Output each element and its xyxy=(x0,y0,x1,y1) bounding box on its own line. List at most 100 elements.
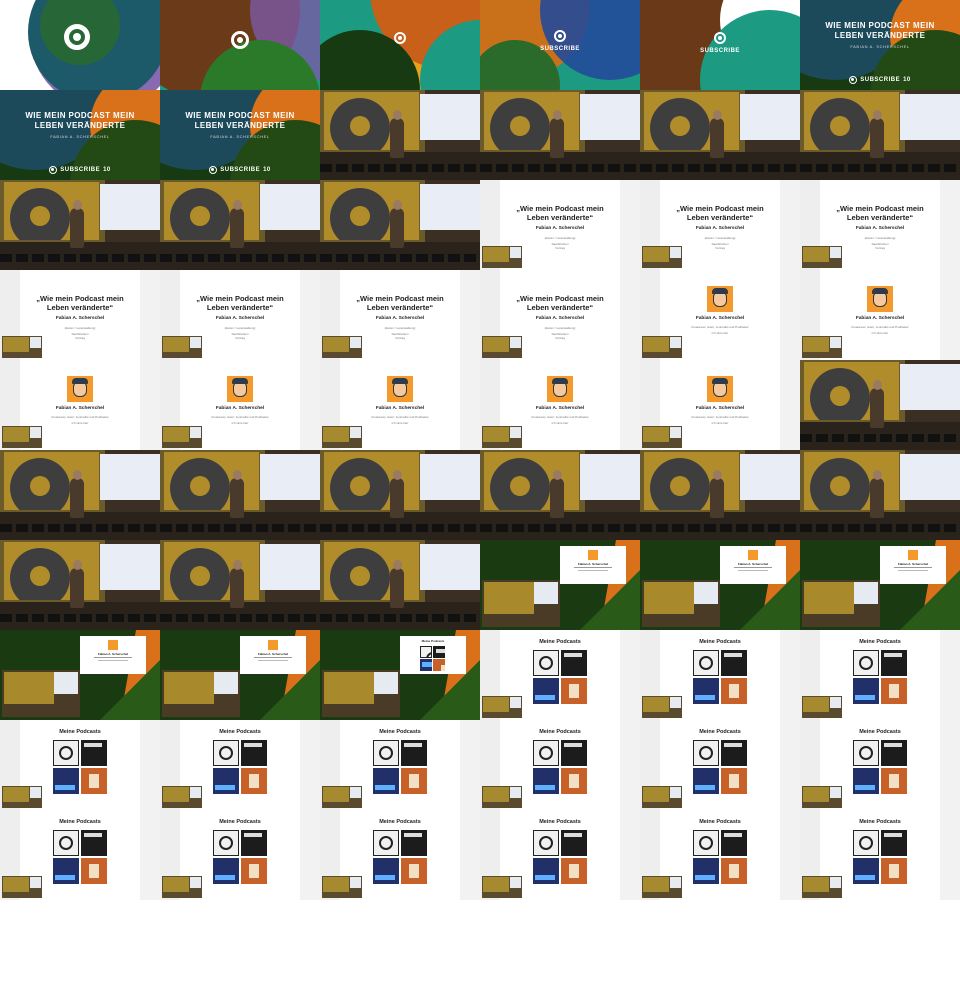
podcast-cover-1[interactable] xyxy=(373,740,399,766)
slide-author: Fabian A. Scherschel xyxy=(737,562,769,566)
speaker-pip xyxy=(482,246,522,268)
podcast-cover-3[interactable] xyxy=(853,768,879,794)
podcast-cover-4[interactable] xyxy=(561,768,587,794)
podcast-cover-2[interactable] xyxy=(881,830,907,856)
about-line-2: ich sitze hier xyxy=(71,421,89,425)
podcast-cover-4[interactable] xyxy=(401,858,427,884)
audience-chairs xyxy=(320,524,480,532)
podcast-cover-3[interactable] xyxy=(533,768,559,794)
podcasts-slide-frame: Meine Podcasts xyxy=(480,630,640,720)
podcast-cover-4[interactable] xyxy=(561,678,587,704)
podcast-cover-3[interactable] xyxy=(373,768,399,794)
slide-margin-right xyxy=(940,180,960,270)
podcast-cover-2[interactable] xyxy=(433,646,445,658)
podcast-cover-2[interactable] xyxy=(241,830,267,856)
podcast-cover-2[interactable] xyxy=(81,740,107,766)
podcast-cover-1[interactable] xyxy=(53,740,79,766)
speaker-head xyxy=(393,470,402,480)
podcast-cover-2[interactable] xyxy=(721,830,747,856)
cover-author: FABIAN A. SCHERSCHEL xyxy=(50,134,110,139)
artwork-center xyxy=(830,116,850,136)
podcast-cover-4[interactable] xyxy=(81,858,107,884)
podcast-cover-2[interactable] xyxy=(561,740,587,766)
speaker-head xyxy=(73,200,82,210)
podcast-cover-1[interactable] xyxy=(213,740,239,766)
speaker-pip xyxy=(482,336,522,358)
podcast-cover-3[interactable] xyxy=(213,858,239,884)
cover-title-line2: LEBEN VERÄNDERTE xyxy=(834,31,926,40)
speaker-pip xyxy=(322,336,362,358)
podcast-cover-3[interactable] xyxy=(420,659,432,671)
frame-intro1 xyxy=(0,0,160,90)
podcast-cover-3[interactable] xyxy=(533,858,559,884)
podcast-cover-3[interactable] xyxy=(693,858,719,884)
avatar-illustration xyxy=(707,376,733,402)
speaker-pip xyxy=(642,696,682,718)
podcast-cover-1[interactable] xyxy=(373,830,399,856)
podcast-cover-1[interactable] xyxy=(53,830,79,856)
podcast-cover-1[interactable] xyxy=(693,830,719,856)
podcast-cover-4[interactable] xyxy=(241,768,267,794)
slide-margin-right xyxy=(940,270,960,360)
podcast-cover-3[interactable] xyxy=(853,858,879,884)
speaker-head xyxy=(713,470,722,480)
speaker-video-frame xyxy=(320,450,480,540)
subscribe-count: 10 xyxy=(263,167,271,173)
podcast-cover-1[interactable] xyxy=(693,650,719,676)
avatar-illustration xyxy=(707,286,733,312)
podcast-cover-1[interactable] xyxy=(853,650,879,676)
subscribe-row[interactable]: SUBSCRIBE 10 xyxy=(800,76,960,84)
podcast-cover-4[interactable] xyxy=(881,768,907,794)
podcast-cover-4[interactable] xyxy=(721,858,747,884)
podcast-cover-3[interactable] xyxy=(213,768,239,794)
podcast-cover-4[interactable] xyxy=(401,768,427,794)
subscribe-row[interactable]: SUBSCRIBE 10 xyxy=(160,166,320,174)
podcast-cover-1[interactable] xyxy=(213,830,239,856)
podcast-cover-2[interactable] xyxy=(561,830,587,856)
podcast-cover-4[interactable] xyxy=(81,768,107,794)
podcast-cover-1[interactable] xyxy=(533,740,559,766)
podcast-cover-4[interactable] xyxy=(433,659,445,671)
podcast-cover-4[interactable] xyxy=(561,858,587,884)
podcast-cover-3[interactable] xyxy=(533,678,559,704)
wall-artwork xyxy=(804,92,899,150)
title-slide-frame: „Wie mein Podcast mein Leben veränderte“ F… xyxy=(480,180,640,270)
wall-artwork xyxy=(484,452,579,510)
podcast-cover-1[interactable] xyxy=(853,830,879,856)
podcast-cover-3[interactable] xyxy=(853,678,879,704)
cover-title-line1: WIE MEIN PODCAST MEIN xyxy=(825,21,935,30)
podcast-cover-4[interactable] xyxy=(241,858,267,884)
podcast-cover-4[interactable] xyxy=(721,678,747,704)
podcast-cover-1[interactable] xyxy=(693,740,719,766)
speaker xyxy=(710,478,724,518)
podcast-cover-4[interactable] xyxy=(721,768,747,794)
podcast-cover-3[interactable] xyxy=(53,768,79,794)
podcast-cover-3[interactable] xyxy=(53,858,79,884)
podcast-cover-1[interactable] xyxy=(420,646,432,658)
frame-intro2 xyxy=(160,0,320,90)
speaker xyxy=(550,118,564,158)
podcast-cover-2[interactable] xyxy=(401,740,427,766)
podcast-cover-1[interactable] xyxy=(533,830,559,856)
podcast-cover-3[interactable] xyxy=(693,768,719,794)
podcast-cover-1[interactable] xyxy=(533,650,559,676)
podcast-cover-2[interactable] xyxy=(81,830,107,856)
wall-artwork xyxy=(644,92,739,150)
subscribe-row[interactable]: SUBSCRIBE 10 xyxy=(0,166,160,174)
podcast-cover-1[interactable] xyxy=(853,740,879,766)
podcast-cover-2[interactable] xyxy=(401,830,427,856)
podcast-cover-2[interactable] xyxy=(241,740,267,766)
podcast-cover-2[interactable] xyxy=(881,740,907,766)
podcast-cover-4[interactable] xyxy=(881,678,907,704)
podcast-cover-2[interactable] xyxy=(881,650,907,676)
podcast-cover-2[interactable] xyxy=(721,740,747,766)
speaker-video-frame xyxy=(320,90,480,180)
podcast-cover-2[interactable] xyxy=(561,650,587,676)
speaker-head xyxy=(713,110,722,120)
podcast-cover-3[interactable] xyxy=(373,858,399,884)
podcast-cover-3[interactable] xyxy=(693,678,719,704)
podcast-cover-4[interactable] xyxy=(881,858,907,884)
slide-title-line1: „Wie mein Podcast mein xyxy=(516,294,604,303)
text-line xyxy=(258,660,288,661)
podcast-cover-2[interactable] xyxy=(721,650,747,676)
